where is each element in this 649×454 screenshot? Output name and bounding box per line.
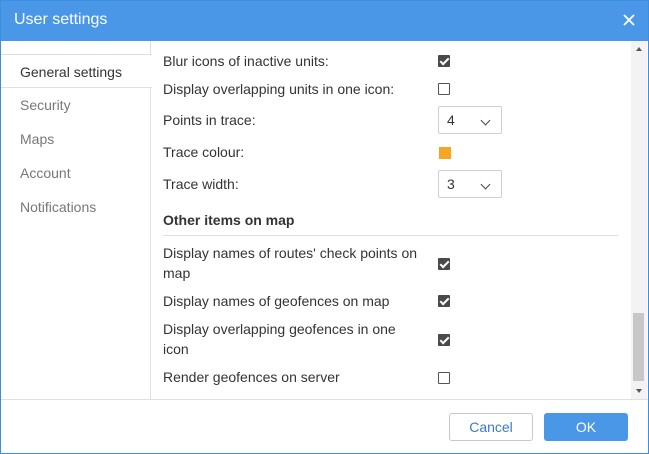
cancel-button[interactable]: Cancel	[449, 413, 533, 441]
dialog-titlebar: User settings	[1, 1, 648, 41]
overlapping-units-label: Display overlapping units in one icon:	[163, 81, 395, 97]
user-settings-dialog: User settings General settings Security …	[0, 0, 649, 454]
section-divider	[163, 235, 618, 236]
points-in-trace-label: Points in trace:	[163, 112, 256, 128]
geofence-names-label: Display names of geofences on map	[163, 293, 390, 309]
ok-button[interactable]: OK	[544, 413, 628, 441]
chevron-down-icon	[480, 115, 491, 126]
tab-general-settings[interactable]: General settings	[1, 54, 152, 88]
trace-colour-swatch[interactable]	[439, 147, 451, 159]
close-icon[interactable]	[620, 11, 638, 29]
chevron-down-icon	[480, 179, 491, 190]
overlap-geofences-checkbox[interactable]	[438, 334, 450, 346]
points-in-trace-select[interactable]: 4	[438, 106, 502, 134]
tab-maps[interactable]: Maps	[1, 122, 151, 156]
tab-notifications[interactable]: Notifications	[1, 190, 151, 224]
settings-content: Blur icons of inactive units: Display ov…	[151, 41, 631, 399]
check-points-label-line2: map	[163, 265, 191, 281]
settings-sidebar: General settings Security Maps Account N…	[1, 41, 152, 399]
render-geofences-label: Render geofences on server	[163, 369, 340, 385]
other-items-heading: Other items on map	[163, 212, 295, 228]
content-scrollbar[interactable]	[631, 41, 647, 399]
points-in-trace-value: 4	[447, 112, 455, 128]
scroll-up-arrow-icon[interactable]	[636, 47, 642, 51]
scrollbar-thumb[interactable]	[633, 313, 644, 381]
check-points-checkbox[interactable]	[438, 258, 450, 270]
overlap-geofences-label-line1: Display overlapping geofences in one	[163, 321, 396, 337]
blur-icons-checkbox[interactable]	[438, 55, 450, 67]
trace-width-value: 3	[447, 176, 455, 192]
tab-account[interactable]: Account	[1, 156, 151, 190]
tab-security[interactable]: Security	[1, 88, 151, 122]
overlap-geofences-label-line2: icon	[163, 341, 189, 357]
dialog-footer: Cancel OK	[1, 399, 648, 453]
trace-width-select[interactable]: 3	[438, 170, 502, 198]
trace-colour-label: Trace colour:	[163, 144, 245, 160]
scroll-down-arrow-icon[interactable]	[636, 389, 642, 393]
render-geofences-checkbox[interactable]	[438, 372, 450, 384]
check-points-label-line1: Display names of routes' check points on	[163, 245, 418, 261]
geofence-names-checkbox[interactable]	[438, 295, 450, 307]
trace-width-label: Trace width:	[163, 176, 239, 192]
overlapping-units-checkbox[interactable]	[438, 83, 450, 95]
blur-icons-label: Blur icons of inactive units:	[163, 53, 329, 69]
dialog-title: User settings	[14, 11, 108, 28]
